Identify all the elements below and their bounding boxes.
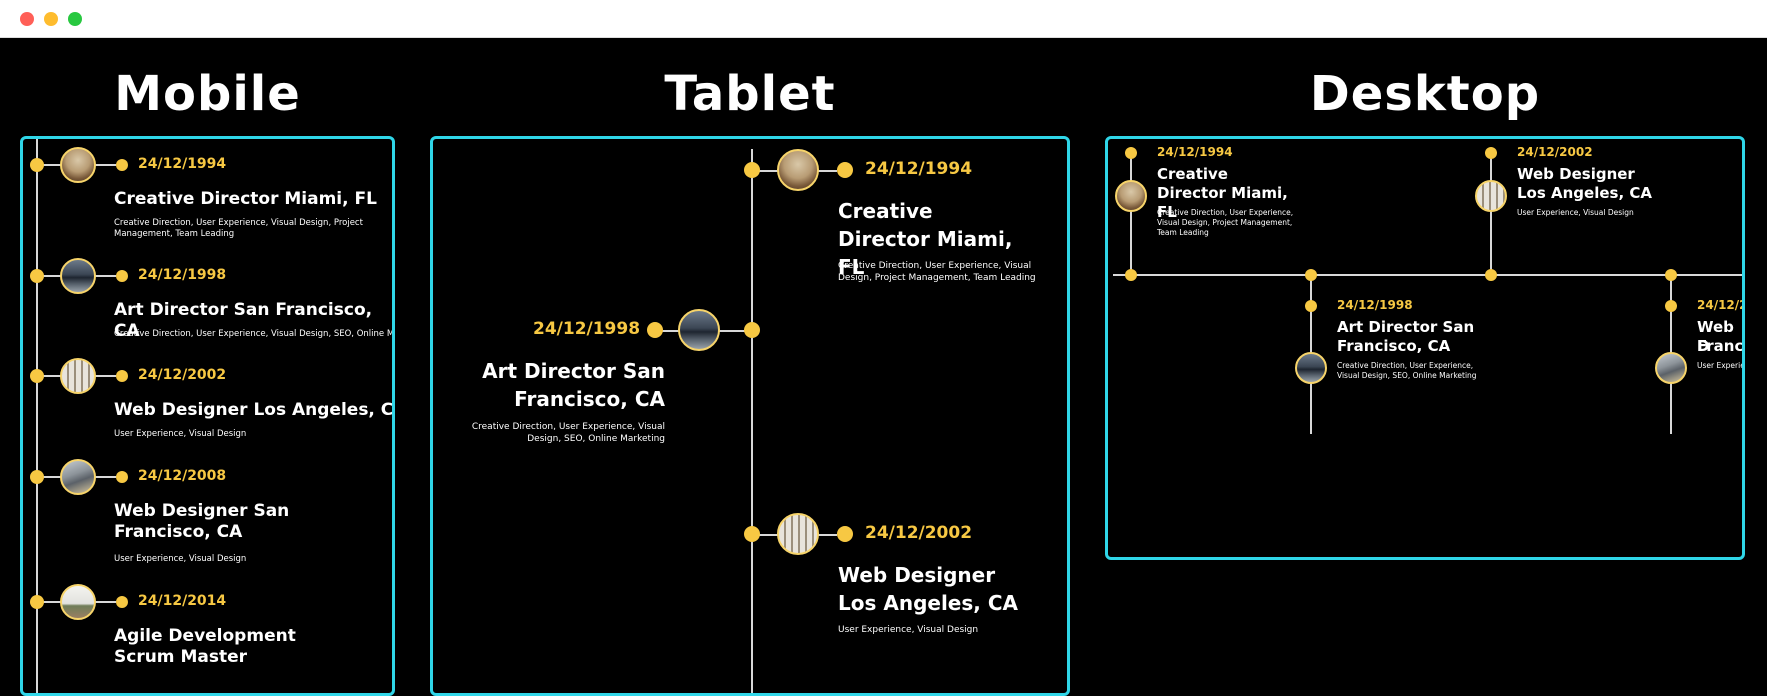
building-photo-avatar xyxy=(777,513,819,555)
car-photo-avatar xyxy=(60,258,96,294)
car-photo-avatar xyxy=(678,309,720,351)
entry-title: Web Designer San Francisco, CA xyxy=(114,501,290,543)
entry-title: Art Director San Francisco, CA xyxy=(482,359,665,411)
timeline-node xyxy=(30,269,44,283)
entry-date: 24/12/1998 xyxy=(1337,298,1413,312)
timeline-axis xyxy=(751,149,753,693)
timeline-node xyxy=(30,158,44,172)
timeline-node xyxy=(30,470,44,484)
timeline-axis xyxy=(36,139,38,693)
mobile-heading: Mobile xyxy=(114,66,301,122)
timeline-node xyxy=(744,526,760,542)
timeline-axis xyxy=(1113,274,1742,276)
desktop-timeline-panel: 24/12/1994 Creative Director Miami, FL C… xyxy=(1105,136,1745,560)
entry-date: 24/12/1994 xyxy=(138,156,227,172)
date-marker xyxy=(116,596,128,608)
entry-title: Web Designer Los Angeles, CA xyxy=(114,400,395,420)
entry-title: Agile Development Scrum Master xyxy=(114,626,296,668)
entry-title: Web Designer Los Angeles, CA xyxy=(1517,165,1652,202)
timeline-node xyxy=(1485,269,1497,281)
date-marker xyxy=(837,162,853,178)
tablet-heading: Tablet xyxy=(664,66,836,122)
zoom-window-button[interactable] xyxy=(68,12,82,26)
date-marker xyxy=(116,370,128,382)
timeline-node xyxy=(1665,269,1677,281)
date-marker xyxy=(116,270,128,282)
entry-description: User Experience, Visual Design xyxy=(114,554,247,564)
date-marker xyxy=(1665,300,1677,312)
entry-description: User Experience, Visual Design xyxy=(114,429,247,439)
entry-description: User Experience, Visual Design xyxy=(1517,208,1634,217)
date-marker xyxy=(116,471,128,483)
timeline-node xyxy=(30,595,44,609)
entry-description: User Experie xyxy=(1697,361,1745,370)
entry-description: User Experience, Visual Design xyxy=(838,625,979,635)
building-photo-avatar xyxy=(60,358,96,394)
entry-date: 24/12/2008 xyxy=(138,468,227,484)
car-photo-avatar xyxy=(1295,352,1327,384)
entry-date: 24/12/2002 xyxy=(1517,145,1593,159)
date-marker xyxy=(1485,147,1497,159)
entry-date: 24/12/2002 xyxy=(865,523,973,543)
entry-description: Creative Direction, User Experience, Vis… xyxy=(114,218,363,240)
timeline-node xyxy=(744,162,760,178)
building-photo-avatar xyxy=(1475,180,1507,212)
entry-description: Creative Direction, User Experience, Vis… xyxy=(1157,208,1294,238)
date-marker xyxy=(647,322,663,338)
sunset-photo-avatar xyxy=(777,149,819,191)
sky-photo-avatar xyxy=(60,584,96,620)
entry-description: Creative Direction, User Experience, Vis… xyxy=(114,329,395,339)
entry-date: 24/12/1998 xyxy=(533,319,641,339)
date-marker xyxy=(837,526,853,542)
close-window-button[interactable] xyxy=(20,12,34,26)
entry-title-line-2: Franc xyxy=(1697,337,1744,355)
entry-date: 24/12/1994 xyxy=(865,159,973,179)
timeline-node xyxy=(1305,269,1317,281)
entry-description: Creative Direction, User Experience, Vis… xyxy=(838,261,1036,284)
entry-title: Creative Director Miami, FL xyxy=(114,189,377,209)
entry-date: 24/12/1998 xyxy=(138,267,227,283)
mobile-timeline-panel: 24/12/1994 Creative Director Miami, FL C… xyxy=(20,136,395,696)
minimize-window-button[interactable] xyxy=(44,12,58,26)
entry-date: 24/12/1994 xyxy=(1157,145,1233,159)
date-marker xyxy=(1305,300,1317,312)
date-marker xyxy=(1125,147,1137,159)
entry-description: Creative Direction, User Experience, Vis… xyxy=(1337,361,1477,381)
road-photo-avatar xyxy=(1655,352,1687,384)
timeline-node xyxy=(1125,269,1137,281)
tablet-timeline-panel: 24/12/1994 Creative Director Miami, FL C… xyxy=(430,136,1070,696)
desktop-heading: Desktop xyxy=(1309,66,1541,122)
date-marker xyxy=(116,159,128,171)
sunset-photo-avatar xyxy=(60,147,96,183)
timeline-node xyxy=(744,322,760,338)
entry-description: Creative Direction, User Experience, Vis… xyxy=(471,422,665,445)
road-photo-avatar xyxy=(60,459,96,495)
entry-date: 24/12/2014 xyxy=(138,593,227,609)
sunset-photo-avatar xyxy=(1115,180,1147,212)
window-titlebar xyxy=(0,0,1767,38)
entry-date: 24/12/2 xyxy=(1697,298,1745,312)
timeline-node xyxy=(30,369,44,383)
entry-title: Art Director San Francisco, CA xyxy=(1337,318,1475,355)
entry-title: Web Designer Los Angeles, CA xyxy=(838,563,1018,615)
entry-date: 24/12/2002 xyxy=(138,367,227,383)
